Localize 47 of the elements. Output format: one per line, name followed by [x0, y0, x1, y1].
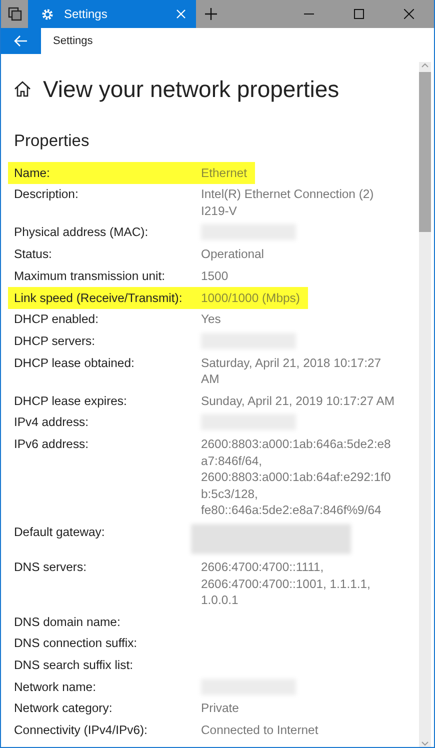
- maximize-icon[interactable]: [354, 9, 364, 19]
- property-label: Connectivity (IPv4/IPv6):: [14, 722, 148, 739]
- section-heading: Properties: [14, 132, 90, 151]
- scrollbar-thumb[interactable]: [419, 72, 431, 232]
- property-label: DNS servers:: [14, 559, 88, 576]
- property-value: 1000/1000 (Mbps): [201, 290, 300, 306]
- property-label: Physical address (MAC):: [14, 224, 150, 241]
- property-label: DHCP enabled:: [14, 311, 100, 328]
- property-label: Network name:: [14, 678, 97, 696]
- property-value: Private: [201, 700, 240, 717]
- app-title: Settings: [53, 35, 93, 47]
- property-label: DHCP lease expires:: [14, 392, 128, 410]
- close-icon[interactable]: [404, 9, 414, 19]
- property-label: DHCP servers:: [14, 332, 96, 350]
- property-label: DNS search suffix list:: [14, 657, 134, 674]
- property-label: DHCP lease obtained:: [14, 354, 136, 372]
- property-value: Saturday, April 21, 2018 10:17:27 AM: [201, 354, 382, 388]
- task-view-icon: [8, 7, 22, 21]
- property-label: DNS connection suffix:: [14, 635, 138, 652]
- property-value: Ethernet: [201, 164, 248, 182]
- property-value: Intel(R) Ethernet Connection (2) I219-V: [201, 186, 375, 220]
- property-label: Maximum transmission unit:: [14, 268, 166, 284]
- property-label: IPv6 address:: [14, 436, 90, 453]
- back-arrow-icon: [14, 35, 28, 47]
- page-title: View your network properties: [43, 76, 340, 102]
- new-tab-icon[interactable]: [205, 8, 217, 20]
- home-icon[interactable]: [14, 81, 31, 97]
- property-label: Status:: [14, 246, 53, 263]
- property-label: Description:: [14, 186, 80, 203]
- property-value: 2606:4700:4700::1111, 2606:4700:4700::1001, 1.1.1.1, 1.0.0.1: [201, 559, 372, 609]
- property-value: Operational: [201, 246, 266, 263]
- settings-tab[interactable]: Settings: [28, 0, 196, 28]
- property-label: Network category:: [14, 700, 114, 717]
- property-value: Yes: [201, 311, 222, 328]
- property-label: Default gateway:: [14, 524, 106, 540]
- property-label: Link speed (Receive/Transmit):: [14, 290, 184, 306]
- property-value: Connected to Internet: [201, 722, 320, 739]
- settings-icon: [41, 8, 54, 20]
- property-value: 1500: [201, 268, 230, 284]
- property-label: Name:: [14, 164, 51, 182]
- close-tab-icon[interactable]: [176, 9, 186, 19]
- property-value: Sunday, April 21, 2019 10:17:27 AM: [201, 392, 396, 410]
- property-label: DNS domain name:: [14, 614, 122, 630]
- scrollbar[interactable]: [419, 62, 431, 747]
- back-button[interactable]: [1, 28, 41, 54]
- property-label: IPv4 address:: [14, 414, 90, 431]
- property-value: 2600:8803:a000:1ab:646a:5de2:e8a7:846f/64, 2600:8803:a000:1ab:64af:e292:1f0b:5c3/128, fe80::646a:5de2:e8a7:846f%9/64: [201, 436, 392, 519]
